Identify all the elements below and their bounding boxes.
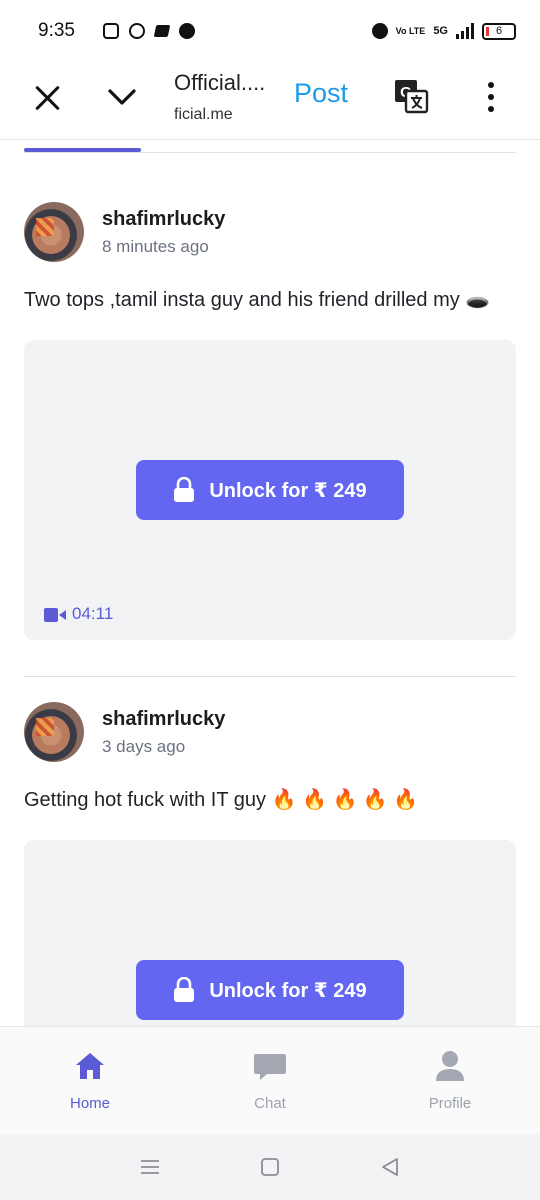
volte-label: Vo LTE (395, 25, 426, 36)
author-name[interactable]: shafimrlucky (102, 208, 225, 231)
status-right: Vo LTE 5G 6 (371, 22, 516, 40)
video-icon (44, 607, 66, 622)
feed-post: shafimrlucky 8 minutes ago Two tops ,tam… (24, 201, 516, 640)
post-button[interactable]: Post (294, 78, 348, 109)
translate-icon[interactable]: G (393, 78, 429, 114)
page-title: Official.... (174, 70, 266, 95)
viber-icon (178, 23, 195, 39)
post-text: Getting hot fuck with IT guy 🔥 🔥 🔥 🔥 🔥 (24, 789, 419, 811)
avatar[interactable] (24, 702, 84, 762)
unlock-button[interactable]: Unlock for ₹ 249 (136, 960, 404, 1020)
nav-label: Home (69, 1095, 110, 1112)
notification-icons (102, 23, 195, 39)
alarm-icon (371, 23, 388, 39)
tab-divider (24, 152, 516, 153)
avatar[interactable] (24, 202, 84, 262)
locked-media: Unlock for ₹ 249 04:11 (24, 340, 516, 640)
system-nav-bar (0, 1134, 540, 1200)
battery-level: 6 (495, 25, 503, 37)
nav-label: Chat (254, 1095, 286, 1112)
telegram-icon (153, 25, 171, 37)
unlock-button[interactable]: Unlock for ₹ 249 (136, 460, 404, 520)
video-duration: 04:11 (44, 604, 113, 624)
more-vert-icon[interactable] (486, 82, 496, 112)
author-block: shafimrlucky 3 days ago (102, 708, 225, 757)
page-url: ficial.me (174, 106, 233, 123)
chat-icon (254, 1054, 286, 1080)
status-time: 9:35 (38, 20, 75, 41)
status-bar: 9:35 Vo LTE 5G 6 (0, 0, 540, 62)
battery-icon: 6 (482, 22, 516, 40)
author-name[interactable]: shafimrlucky (102, 708, 225, 731)
unlock-label: Unlock for ₹ 249 (209, 479, 367, 502)
duration-label: 04:11 (72, 604, 114, 623)
author-block: shafimrlucky 8 minutes ago (102, 208, 225, 257)
home-square-icon[interactable] (259, 1156, 281, 1178)
nav-label: Profile (428, 1095, 472, 1112)
nav-chat[interactable]: Chat (180, 1027, 360, 1134)
signal-icon (456, 23, 474, 39)
recents-menu-icon[interactable] (139, 1156, 161, 1178)
post-text: Two tops ,tamil insta guy and his friend… (24, 289, 491, 311)
close-icon[interactable] (34, 84, 62, 112)
browser-header: Official.... ficial.me Post G (0, 62, 540, 140)
post-header: shafimrlucky 8 minutes ago (24, 201, 516, 263)
bottom-nav: Home Chat Profile (0, 1026, 540, 1134)
unlock-label: Unlock for ₹ 249 (209, 979, 367, 1002)
lock-icon (173, 477, 195, 503)
instagram-icon (102, 23, 119, 39)
home-icon (76, 1053, 104, 1079)
feed-post: shafimrlucky 3 days ago Getting hot fuck… (24, 701, 516, 1060)
post-divider (24, 676, 516, 677)
whatsapp-icon (128, 23, 145, 39)
nav-profile[interactable]: Profile (360, 1027, 540, 1134)
lock-icon (173, 977, 195, 1003)
post-time: 3 days ago (102, 736, 186, 756)
page-title-block[interactable]: Official.... ficial.me (174, 70, 274, 124)
chevron-down-icon[interactable] (108, 88, 136, 112)
network-label: 5G (433, 25, 448, 37)
back-icon[interactable] (379, 1156, 401, 1178)
post-time: 8 minutes ago (102, 236, 209, 256)
profile-icon (436, 1051, 464, 1081)
nav-home[interactable]: Home (0, 1027, 180, 1134)
post-header: shafimrlucky 3 days ago (24, 701, 516, 763)
